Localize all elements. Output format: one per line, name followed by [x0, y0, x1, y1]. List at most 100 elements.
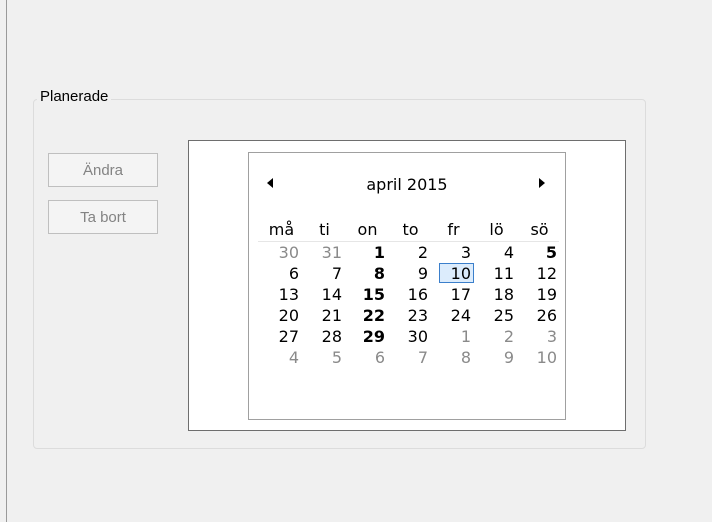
calendar-day[interactable]: 2: [387, 242, 430, 263]
calendar-week-row: 4 5 6 7 8 9 10: [258, 347, 559, 368]
window-left-border: [6, 0, 7, 522]
calendar-day[interactable]: 20: [258, 305, 301, 326]
calendar-week-row: 6 7 8 9 10 11 12: [258, 263, 559, 284]
calendar-week-row: 20 21 22 23 24 25 26: [258, 305, 559, 326]
edit-button[interactable]: Ändra: [48, 153, 158, 187]
day-number: 6: [288, 264, 299, 283]
day-number: 29: [362, 327, 385, 346]
day-number: 4: [288, 348, 299, 367]
day-number: 30: [407, 327, 428, 346]
calendar-day[interactable]: 17: [430, 284, 473, 305]
day-number: 9: [503, 348, 514, 367]
calendar-day[interactable]: 15: [344, 284, 387, 305]
calendar-week-row: 27 28 29 30 1 2 3: [258, 326, 559, 347]
day-number: 15: [362, 285, 385, 304]
day-number: 11: [493, 264, 514, 283]
calendar-day-today[interactable]: 10: [430, 263, 474, 284]
weekday-label: ti: [319, 220, 330, 239]
calendar-day[interactable]: 26: [516, 305, 559, 326]
day-number: 7: [331, 264, 342, 283]
month-calendar[interactable]: april 2015 må ti on to fr lö sö 30 31 1 2 3 4 5 6 7 8 9 1…: [248, 152, 566, 420]
calendar-day[interactable]: 5: [516, 242, 559, 263]
remove-button[interactable]: Ta bort: [48, 200, 158, 234]
day-number: 13: [278, 285, 299, 304]
calendar-day[interactable]: 14: [301, 284, 344, 305]
groupbox-title: Planerade: [37, 88, 112, 105]
day-number: 30: [278, 243, 299, 262]
day-number: 6: [374, 348, 385, 367]
calendar-day[interactable]: 2: [473, 326, 516, 347]
calendar-day[interactable]: 30: [387, 326, 430, 347]
weekday-header-row: må ti on to fr lö sö: [258, 219, 559, 242]
weekday-label: sö: [530, 220, 549, 239]
day-number: 3: [460, 243, 471, 262]
day-number: 5: [545, 243, 557, 262]
calendar-day[interactable]: 1: [344, 242, 387, 263]
calendar-day[interactable]: 31: [301, 242, 344, 263]
calendar-day[interactable]: 30: [258, 242, 301, 263]
day-number: 25: [493, 306, 514, 325]
day-number: 31: [321, 243, 342, 262]
calendar-day[interactable]: 11: [473, 263, 516, 284]
calendar-day[interactable]: 7: [387, 347, 430, 368]
day-number: 5: [331, 348, 342, 367]
calendar-day[interactable]: 10: [516, 347, 559, 368]
day-number: 20: [278, 306, 299, 325]
calendar-day[interactable]: 7: [301, 263, 344, 284]
day-number: 19: [536, 285, 557, 304]
day-number: 1: [460, 327, 471, 346]
calendar-day[interactable]: 21: [301, 305, 344, 326]
weekday-label: må: [268, 220, 295, 239]
calendar-day[interactable]: 8: [430, 347, 473, 368]
day-number: 12: [536, 264, 557, 283]
day-number: 26: [536, 306, 557, 325]
calendar-day[interactable]: 29: [344, 326, 387, 347]
day-number: 3: [546, 327, 557, 346]
calendar-day[interactable]: 16: [387, 284, 430, 305]
day-number: 24: [450, 306, 471, 325]
day-number: 14: [321, 285, 342, 304]
day-number: 18: [493, 285, 514, 304]
calendar-day[interactable]: 27: [258, 326, 301, 347]
calendar-day[interactable]: 5: [301, 347, 344, 368]
day-number: 4: [503, 243, 514, 262]
calendar-day[interactable]: 12: [516, 263, 559, 284]
next-month-icon[interactable]: [539, 178, 545, 188]
day-number: 2: [417, 243, 428, 262]
calendar-day[interactable]: 8: [344, 263, 387, 284]
calendar-header: april 2015: [249, 153, 565, 215]
calendar-day[interactable]: 1: [430, 326, 473, 347]
day-number: 10: [450, 264, 471, 283]
calendar-day[interactable]: 22: [344, 305, 387, 326]
day-number: 10: [536, 348, 557, 367]
day-number: 22: [362, 306, 385, 325]
calendar-day[interactable]: 28: [301, 326, 344, 347]
weekday-label: fr: [447, 220, 460, 239]
weekday-label: to: [402, 220, 419, 239]
day-number: 2: [503, 327, 514, 346]
calendar-day[interactable]: 6: [344, 347, 387, 368]
calendar-day[interactable]: 3: [516, 326, 559, 347]
calendar-day[interactable]: 4: [473, 242, 516, 263]
weekday-label: lö: [489, 220, 504, 239]
calendar-day[interactable]: 13: [258, 284, 301, 305]
calendar-day[interactable]: 9: [473, 347, 516, 368]
calendar-day[interactable]: 24: [430, 305, 473, 326]
day-number: 28: [321, 327, 342, 346]
month-title[interactable]: april 2015: [249, 175, 565, 194]
calendar-day[interactable]: 6: [258, 263, 301, 284]
calendar-day[interactable]: 9: [387, 263, 430, 284]
day-number: 21: [321, 306, 342, 325]
calendar-day[interactable]: 4: [258, 347, 301, 368]
calendar-day[interactable]: 18: [473, 284, 516, 305]
calendar-day[interactable]: 23: [387, 305, 430, 326]
calendar-day[interactable]: 25: [473, 305, 516, 326]
calendar-weeks: 30 31 1 2 3 4 5 6 7 8 9 10 11 12 13 14 15 16 17 18 19 20 21 22 2…: [258, 242, 559, 368]
calendar-day[interactable]: 3: [430, 242, 473, 263]
weekday-label: on: [357, 220, 378, 239]
calendar-day[interactable]: 19: [516, 284, 559, 305]
day-number: 8: [460, 348, 471, 367]
day-number: 7: [417, 348, 428, 367]
calendar-grid: må ti on to fr lö sö 30 31 1 2 3 4 5 6 7 8 9 10 11 12 13 14 15…: [258, 219, 559, 368]
day-number: 16: [407, 285, 428, 304]
